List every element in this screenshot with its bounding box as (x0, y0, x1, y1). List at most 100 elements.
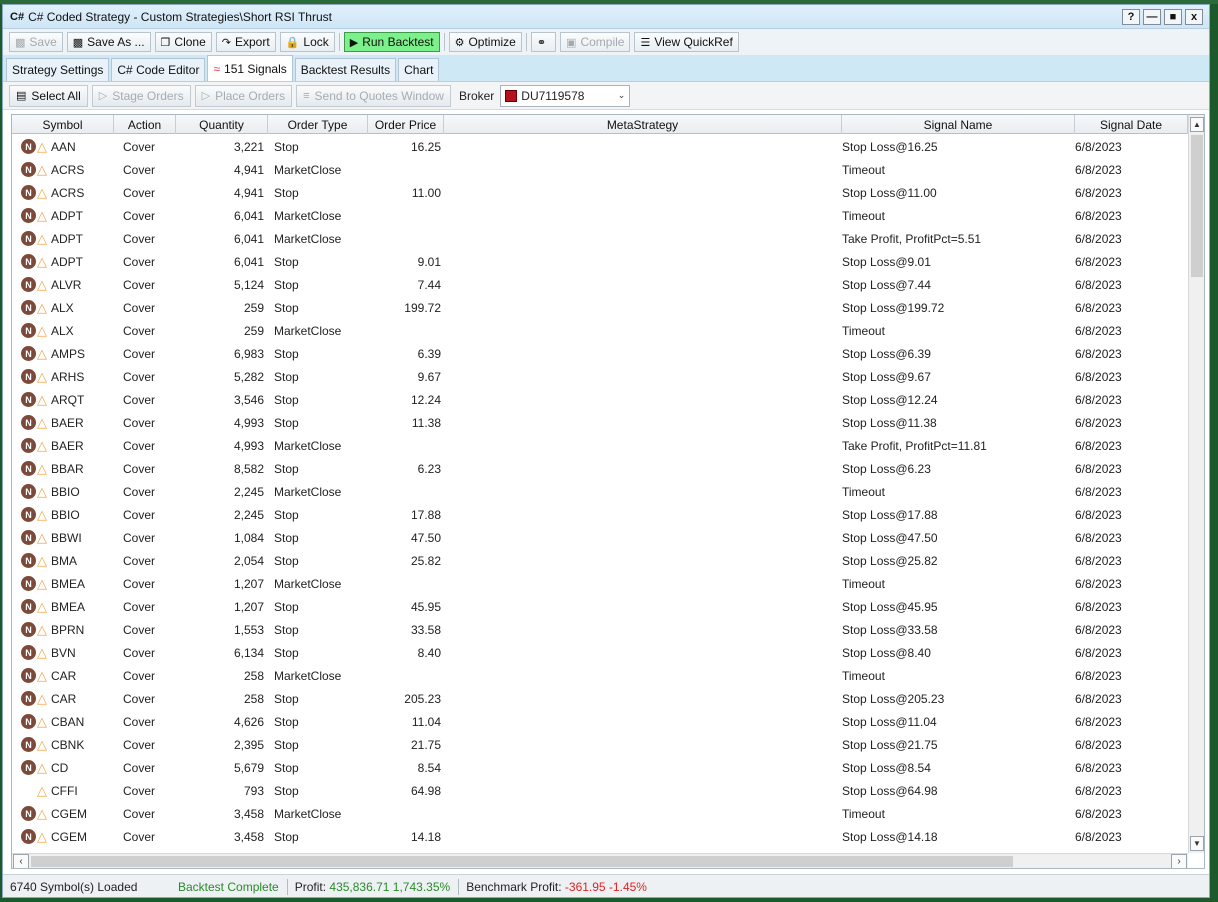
table-row[interactable]: N △ BPRN Cover 1,553 Stop 33.58 Stop Loss@33.58… (12, 618, 1188, 641)
save-button[interactable]: ▩ Save (9, 32, 63, 52)
export-button[interactable]: ↷ Export (215, 32, 276, 52)
horizontal-scrollbar[interactable]: ‹ › (12, 853, 1188, 868)
order-type-cell: Stop (274, 783, 299, 798)
scroll-down-arrow-icon[interactable]: ▼ (1190, 836, 1204, 851)
table-row[interactable]: N △ CAR Cover 258 MarketClose Timeout 6/8/2023 (12, 664, 1188, 687)
clone-label: Clone (174, 35, 206, 49)
compile-button[interactable]: ▣ Compile (560, 32, 631, 52)
horizontal-scroll-thumb[interactable] (31, 856, 1013, 867)
symbol-text: ALX (51, 323, 74, 338)
help-button[interactable]: ? (1122, 9, 1140, 25)
close-button[interactable]: x (1185, 9, 1203, 25)
scroll-left-arrow-icon[interactable]: ‹ (13, 854, 29, 868)
metastrategy-cell (444, 411, 842, 434)
broker-dropdown[interactable]: DU7119578 ⌄ (500, 84, 631, 107)
table-row[interactable]: N △ ALVR Cover 5,124 Stop 7.44 Stop Loss@7.44 6/… (12, 273, 1188, 296)
table-row[interactable]: N △ ALX Cover 259 MarketClose Timeout 6/8/2023 (12, 319, 1188, 342)
order-type-cell: Stop (274, 737, 299, 752)
tab-signals[interactable]: ≈ 151 Signals (207, 55, 293, 81)
table-row[interactable]: N △ BMA Cover 2,054 Stop 25.82 Stop Loss@25.82 6… (12, 549, 1188, 572)
floppy-disk-icon: ▩ (15, 36, 26, 49)
table-row[interactable]: N △ BMEA Cover 1,207 MarketClose Timeout 6/8/20… (12, 572, 1188, 595)
symbol-text: ALX (51, 300, 74, 315)
select-all-button[interactable]: ▤ Select All (9, 84, 88, 107)
action-cell: Cover (123, 438, 156, 453)
table-row[interactable]: N △ BVN Cover 6,134 Stop 8.40 Stop Loss@8.40 6/8… (12, 641, 1188, 664)
table-row[interactable]: N △ BBIO Cover 2,245 Stop 17.88 Stop Loss@17.88… (12, 503, 1188, 526)
table-row[interactable]: N △ ACRS Cover 4,941 MarketClose Timeout 6/8/20… (12, 158, 1188, 181)
table-row[interactable]: N △ ADPT Cover 6,041 MarketClose Take Profit, … (12, 227, 1188, 250)
metastrategy-cell (444, 572, 842, 595)
table-row[interactable]: N △ AAN Cover 3,221 Stop 16.25 Stop Loss@16.25 6… (12, 135, 1188, 158)
save-as-button[interactable]: ▩ Save As ... (66, 32, 151, 52)
symbol-text: CGEM (51, 806, 87, 821)
table-row[interactable]: N △ BMEA Cover 1,207 Stop 45.95 Stop Loss@45.95… (12, 595, 1188, 618)
table-row[interactable]: N △ BBWI Cover 1,084 Stop 47.50 Stop Loss@47.50… (12, 526, 1188, 549)
books-icon: ☰ (640, 36, 651, 49)
column-header-quantity[interactable]: Quantity (176, 115, 268, 134)
tab-code-editor[interactable]: C# Code Editor (111, 58, 206, 81)
scroll-right-arrow-icon[interactable]: › (1171, 854, 1187, 868)
n-badge-icon: N (21, 254, 36, 269)
table-row[interactable]: N △ BAER Cover 4,993 Stop 11.38 Stop Loss@11.38… (12, 411, 1188, 434)
table-row[interactable]: N △ ADPT Cover 6,041 Stop 9.01 Stop Loss@9.01 6/… (12, 250, 1188, 273)
symbol-cell: N △ BMEA (12, 595, 114, 618)
scroll-up-arrow-icon[interactable]: ▲ (1190, 117, 1204, 132)
optimize-button[interactable]: ⚙ Optimize (448, 32, 522, 52)
table-row[interactable]: N △ ACRS Cover 4,941 Stop 11.00 Stop Loss@11.00… (12, 181, 1188, 204)
tab-backtest-results[interactable]: Backtest Results (294, 58, 397, 81)
table-row[interactable]: N △ AMPS Cover 6,983 Stop 6.39 Stop Loss@6.39 6/… (12, 342, 1188, 365)
quantity-cell: 2,245 (233, 507, 264, 522)
table-row[interactable]: N △ BBAR Cover 8,582 Stop 6.23 Stop Loss@6.23 6/… (12, 457, 1188, 480)
signal-date-cell: 6/8/2023 (1075, 507, 1122, 522)
n-badge-icon: N (21, 714, 36, 729)
symbol-cell: N △ BVN (12, 641, 114, 664)
send-to-quotes-button[interactable]: ≡ Send to Quotes Window (296, 84, 451, 107)
link-button[interactable]: ⚭ (530, 32, 557, 52)
minimize-button[interactable]: — (1143, 9, 1161, 25)
table-row[interactable]: N △ ADPT Cover 6,041 MarketClose Timeout 6/8/20… (12, 204, 1188, 227)
title-bar[interactable]: C# C# Coded Strategy - Custom Strategies… (3, 5, 1209, 29)
tab-chart[interactable]: Chart (398, 58, 440, 81)
table-row[interactable]: N △ CAR Cover 258 Stop 205.23 Stop Loss@205.23 6… (12, 687, 1188, 710)
column-header-order-price[interactable]: Order Price (368, 115, 444, 134)
table-row[interactable]: N △ CBAN Cover 4,626 Stop 11.04 Stop Loss@11.04… (12, 710, 1188, 733)
table-row[interactable]: N △ ARHS Cover 5,282 Stop 9.67 Stop Loss@9.67 6/… (12, 365, 1188, 388)
action-cell: Cover (123, 346, 156, 361)
symbol-text: BBWI (51, 530, 82, 545)
action-cell: Cover (123, 208, 156, 223)
table-row[interactable]: N △ CBNK Cover 2,395 Stop 21.75 Stop Loss@21.75… (12, 733, 1188, 756)
vertical-scrollbar[interactable]: ▲ ▼ (1188, 115, 1204, 853)
symbol-text: CAR (51, 668, 77, 683)
table-row[interactable]: N △ ARQT Cover 3,546 Stop 12.24 Stop Loss@12.24… (12, 388, 1188, 411)
column-header-signal-date[interactable]: Signal Date (1075, 115, 1188, 134)
table-row[interactable]: N △ CGEM Cover 3,458 Stop 14.18 Stop Loss@14.18… (12, 825, 1188, 848)
table-row[interactable]: N △ ALX Cover 259 Stop 199.72 Stop Loss@199.72 6… (12, 296, 1188, 319)
table-row[interactable]: N △ BBIO Cover 2,245 MarketClose Timeout 6/8/20… (12, 480, 1188, 503)
vertical-scroll-thumb[interactable] (1191, 135, 1203, 277)
table-row[interactable]: N △ BAER Cover 4,993 MarketClose Take Profit, … (12, 434, 1188, 457)
column-header-symbol[interactable]: Symbol (12, 115, 114, 134)
stage-orders-button[interactable]: ▷ Stage Orders (91, 84, 191, 107)
place-orders-button[interactable]: ▷ Place Orders (194, 84, 293, 107)
maximize-button[interactable]: ■ (1164, 9, 1182, 25)
column-header-metastrategy[interactable]: MetaStrategy (444, 115, 842, 134)
column-header-signal-name[interactable]: Signal Name (842, 115, 1075, 134)
clone-button[interactable]: ❐ Clone (154, 32, 212, 52)
view-quickref-button[interactable]: ☰ View QuickRef (634, 32, 739, 52)
n-badge-icon: N (21, 162, 36, 177)
column-header-action[interactable]: Action (114, 115, 176, 134)
tab-strategy-settings[interactable]: Strategy Settings (6, 58, 110, 81)
order-type-cell: Stop (274, 346, 299, 361)
table-row[interactable]: N △ CGEM Cover 3,458 MarketClose Timeout 6/8/20… (12, 802, 1188, 825)
send-to-quotes-label: Send to Quotes Window (314, 88, 444, 103)
table-row[interactable]: △ CFFI Cover 793 Stop 64.98 Stop Loss@64.98 6/8… (12, 779, 1188, 802)
table-row[interactable]: N △ CD Cover 5,679 Stop 8.54 Stop Loss@8.54 6/8/… (12, 756, 1188, 779)
run-backtest-button[interactable]: ▶ Run Backtest (343, 32, 440, 52)
n-badge-icon: N (21, 553, 36, 568)
lock-button[interactable]: 🔒 Lock (279, 32, 335, 52)
signal-date-cell: 6/8/2023 (1075, 300, 1122, 315)
column-header-order-type[interactable]: Order Type (268, 115, 368, 134)
strategy-window: C# C# Coded Strategy - Custom Strategies… (2, 4, 1210, 898)
n-badge-icon: N (21, 208, 36, 223)
